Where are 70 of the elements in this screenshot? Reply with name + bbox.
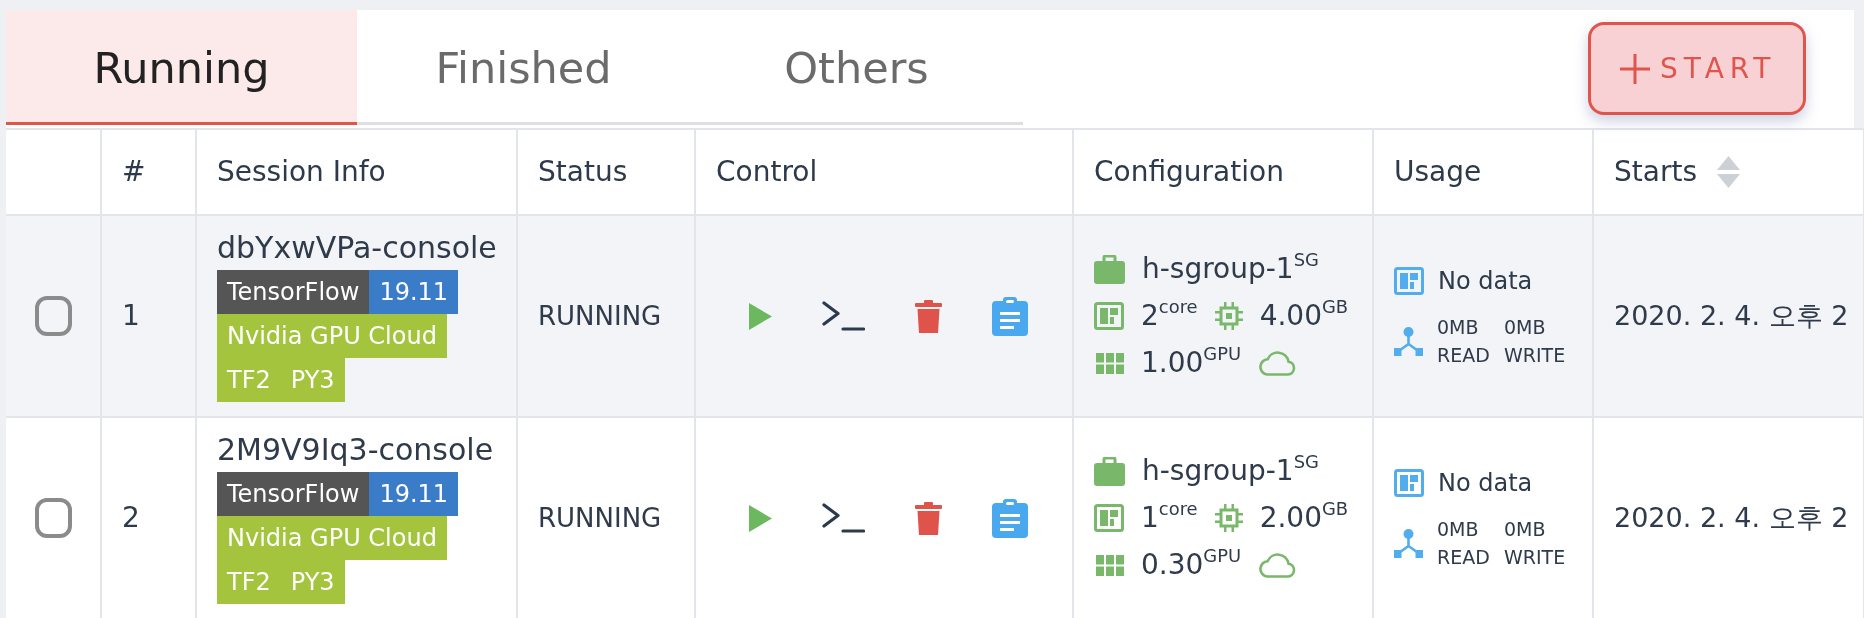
write-label: WRITE: [1504, 545, 1566, 570]
write-amount: 0MB: [1504, 517, 1547, 542]
read-amount: 0MB: [1437, 517, 1480, 542]
gpu-amount: 1.00$^{GPU}$: [1141, 342, 1242, 381]
usage-reading: No data: [1438, 468, 1533, 499]
tag: Nvidia GPU Cloud: [217, 516, 447, 560]
grid-icon: [1096, 352, 1124, 374]
row-checkbox[interactable]: [34, 498, 72, 538]
column-header: Starts: [1614, 154, 1697, 190]
column-header: #: [122, 154, 146, 190]
status-text: RUNNING: [538, 300, 662, 331]
session-name: 2M9V9Iq3-console: [217, 432, 494, 468]
row-number: 1: [122, 299, 140, 332]
row-checkbox[interactable]: [34, 296, 72, 336]
tag: TensorFlow: [217, 472, 370, 516]
fork-icon: [1394, 326, 1423, 356]
tag: PY3: [280, 358, 345, 402]
write-amount: 0MB: [1504, 315, 1547, 340]
column-header: Configuration: [1094, 154, 1284, 190]
chip-icon: [1214, 302, 1243, 330]
terminal-icon[interactable]: [822, 301, 865, 331]
row-number: 2: [122, 501, 140, 534]
start-time: 2020. 2. 4. 오후 2: [1614, 299, 1849, 331]
column-header: Usage: [1394, 154, 1482, 190]
tag: 19.11: [369, 472, 459, 516]
fork-icon: [1394, 528, 1423, 558]
briefcase-icon: [1094, 456, 1125, 486]
board-icon: [1394, 267, 1424, 295]
grid-icon: [1096, 554, 1124, 576]
chip-icon: [1214, 504, 1243, 532]
trash-icon[interactable]: [915, 501, 942, 535]
tag: TF2: [217, 560, 281, 604]
read-label: READ: [1437, 545, 1491, 570]
clipboard-icon[interactable]: [992, 498, 1028, 538]
tab[interactable]: Running: [6, 10, 357, 125]
board-icon: [1094, 302, 1124, 330]
board-icon: [1394, 469, 1424, 497]
plus-icon: [1620, 53, 1650, 84]
scaling-group-name: h-sgroup-1$^{SG}$: [1142, 248, 1319, 287]
gpu-amount: 0.30$^{GPU}$: [1141, 544, 1242, 583]
tag: TensorFlow: [217, 270, 370, 314]
session-name: dbYxwVPa-console: [217, 230, 497, 266]
cloud-icon: [1258, 552, 1297, 578]
cpu-amount: 2$^{core}$: [1141, 295, 1198, 334]
column-header: Status: [538, 154, 628, 190]
usage-reading: No data: [1438, 266, 1533, 297]
read-amount: 0MB: [1437, 315, 1480, 340]
terminal-icon[interactable]: [822, 503, 865, 533]
tag: PY3: [280, 560, 345, 604]
play-icon[interactable]: [749, 504, 772, 532]
memory-amount: 2.00$^{GB}$: [1259, 497, 1349, 536]
write-label: WRITE: [1504, 343, 1566, 368]
trash-icon[interactable]: [915, 299, 942, 333]
clipboard-icon[interactable]: [992, 296, 1028, 336]
start-button[interactable]: START: [1588, 22, 1806, 115]
start-time: 2020. 2. 4. 오후 2: [1614, 501, 1849, 533]
play-icon[interactable]: [749, 302, 772, 330]
status-text: RUNNING: [538, 502, 662, 533]
memory-amount: 4.00$^{GB}$: [1259, 295, 1349, 334]
board-icon: [1094, 504, 1124, 532]
scaling-group-name: h-sgroup-1$^{SG}$: [1142, 450, 1319, 489]
read-label: READ: [1437, 343, 1491, 368]
cloud-icon: [1258, 350, 1297, 376]
column-header: Session Info: [217, 154, 386, 190]
briefcase-icon: [1094, 254, 1125, 284]
column-header: Control: [716, 154, 818, 190]
cpu-amount: 1$^{core}$: [1141, 497, 1198, 536]
tag: TF2: [217, 358, 281, 402]
tag: Nvidia GPU Cloud: [217, 314, 447, 358]
tag: 19.11: [369, 270, 459, 314]
